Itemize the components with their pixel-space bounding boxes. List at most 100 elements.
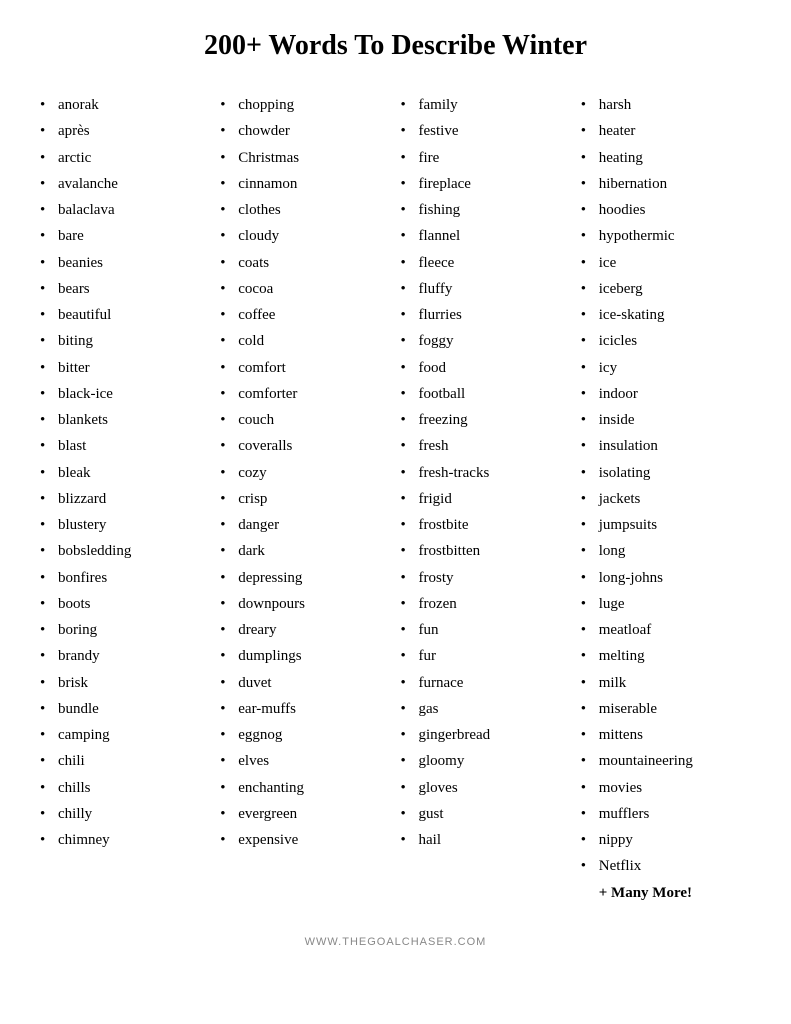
list-item: clothes bbox=[220, 197, 390, 223]
list-item: beautiful bbox=[40, 302, 210, 328]
list-item: black-ice bbox=[40, 381, 210, 407]
list-item: blizzard bbox=[40, 486, 210, 512]
list-item: ice-skating bbox=[581, 302, 751, 328]
list-item: camping bbox=[40, 722, 210, 748]
list-item: fishing bbox=[401, 197, 571, 223]
list-item: meatloaf bbox=[581, 617, 751, 643]
list-item: chimney bbox=[40, 827, 210, 853]
list-item: après bbox=[40, 118, 210, 144]
word-list-3: familyfestivefirefireplacefishingflannel… bbox=[401, 92, 571, 853]
list-item: fresh bbox=[401, 433, 571, 459]
list-item: dark bbox=[220, 538, 390, 564]
list-item: chilly bbox=[40, 801, 210, 827]
list-item: gust bbox=[401, 801, 571, 827]
list-item: coveralls bbox=[220, 433, 390, 459]
list-item: gloomy bbox=[401, 748, 571, 774]
list-item: fire bbox=[401, 145, 571, 171]
list-item: cold bbox=[220, 328, 390, 354]
list-item: long bbox=[581, 538, 751, 564]
list-item: bundle bbox=[40, 696, 210, 722]
word-list-2: choppingchowderChristmascinnamonclothesc… bbox=[220, 92, 390, 853]
list-item: melting bbox=[581, 643, 751, 669]
list-item: mittens bbox=[581, 722, 751, 748]
list-item: cinnamon bbox=[220, 171, 390, 197]
list-item: bears bbox=[40, 276, 210, 302]
list-item: fun bbox=[401, 617, 571, 643]
list-item: nippy bbox=[581, 827, 751, 853]
list-item: jumpsuits bbox=[581, 512, 751, 538]
list-item: icy bbox=[581, 355, 751, 381]
list-item: bare bbox=[40, 223, 210, 249]
list-item: hail bbox=[401, 827, 571, 853]
list-item: biting bbox=[40, 328, 210, 354]
list-item: gas bbox=[401, 696, 571, 722]
list-item: evergreen bbox=[220, 801, 390, 827]
list-item: luge bbox=[581, 591, 751, 617]
list-item: cocoa bbox=[220, 276, 390, 302]
list-item: insulation bbox=[581, 433, 751, 459]
list-item: icicles bbox=[581, 328, 751, 354]
list-item: boots bbox=[40, 591, 210, 617]
list-item: chopping bbox=[220, 92, 390, 118]
list-item: festive bbox=[401, 118, 571, 144]
list-item: blustery bbox=[40, 512, 210, 538]
list-item: food bbox=[401, 355, 571, 381]
footer-text: WWW.THEGOALCHASER.COM bbox=[305, 936, 487, 948]
list-item: movies bbox=[581, 775, 751, 801]
list-item: crisp bbox=[220, 486, 390, 512]
list-item: fleece bbox=[401, 250, 571, 276]
list-item: hoodies bbox=[581, 197, 751, 223]
list-item: downpours bbox=[220, 591, 390, 617]
list-item: freezing bbox=[401, 407, 571, 433]
list-item: frigid bbox=[401, 486, 571, 512]
list-item: coats bbox=[220, 250, 390, 276]
list-item: duvet bbox=[220, 670, 390, 696]
list-item: gingerbread bbox=[401, 722, 571, 748]
list-item: cloudy bbox=[220, 223, 390, 249]
list-item: chowder bbox=[220, 118, 390, 144]
list-item: boring bbox=[40, 617, 210, 643]
list-item: blast bbox=[40, 433, 210, 459]
list-item: family bbox=[401, 92, 571, 118]
plus-more-text: + Many More! bbox=[581, 880, 751, 906]
list-item: long-johns bbox=[581, 565, 751, 591]
list-item: bonfires bbox=[40, 565, 210, 591]
list-item: harsh bbox=[581, 92, 751, 118]
list-item: flannel bbox=[401, 223, 571, 249]
list-item: milk bbox=[581, 670, 751, 696]
list-item: heater bbox=[581, 118, 751, 144]
list-item: elves bbox=[220, 748, 390, 774]
list-item: bobsledding bbox=[40, 538, 210, 564]
list-item: foggy bbox=[401, 328, 571, 354]
list-item: chills bbox=[40, 775, 210, 801]
list-item: arctic bbox=[40, 145, 210, 171]
list-item: Christmas bbox=[220, 145, 390, 171]
list-item: avalanche bbox=[40, 171, 210, 197]
list-item: fluffy bbox=[401, 276, 571, 302]
list-item: blankets bbox=[40, 407, 210, 433]
list-item: chili bbox=[40, 748, 210, 774]
word-list-1: anorakaprèsarcticavalanchebalaclavabare b… bbox=[40, 92, 210, 853]
list-item: miserable bbox=[581, 696, 751, 722]
list-item: ice bbox=[581, 250, 751, 276]
list-item: enchanting bbox=[220, 775, 390, 801]
list-item: isolating bbox=[581, 460, 751, 486]
list-item: flurries bbox=[401, 302, 571, 328]
list-item: heating bbox=[581, 145, 751, 171]
list-item: hibernation bbox=[581, 171, 751, 197]
list-item: frozen bbox=[401, 591, 571, 617]
list-item: balaclava bbox=[40, 197, 210, 223]
column-3: familyfestivefirefireplacefishingflannel… bbox=[401, 92, 571, 906]
list-item: frosty bbox=[401, 565, 571, 591]
list-item: football bbox=[401, 381, 571, 407]
list-item: cozy bbox=[220, 460, 390, 486]
list-item: anorak bbox=[40, 92, 210, 118]
list-item: comfort bbox=[220, 355, 390, 381]
list-item: jackets bbox=[581, 486, 751, 512]
list-item: comforter bbox=[220, 381, 390, 407]
list-item: fur bbox=[401, 643, 571, 669]
list-item: mufflers bbox=[581, 801, 751, 827]
list-item: hypothermic bbox=[581, 223, 751, 249]
column-4: harshheaterheatinghibernationhoodieshypo… bbox=[581, 92, 751, 906]
list-item: frostbite bbox=[401, 512, 571, 538]
